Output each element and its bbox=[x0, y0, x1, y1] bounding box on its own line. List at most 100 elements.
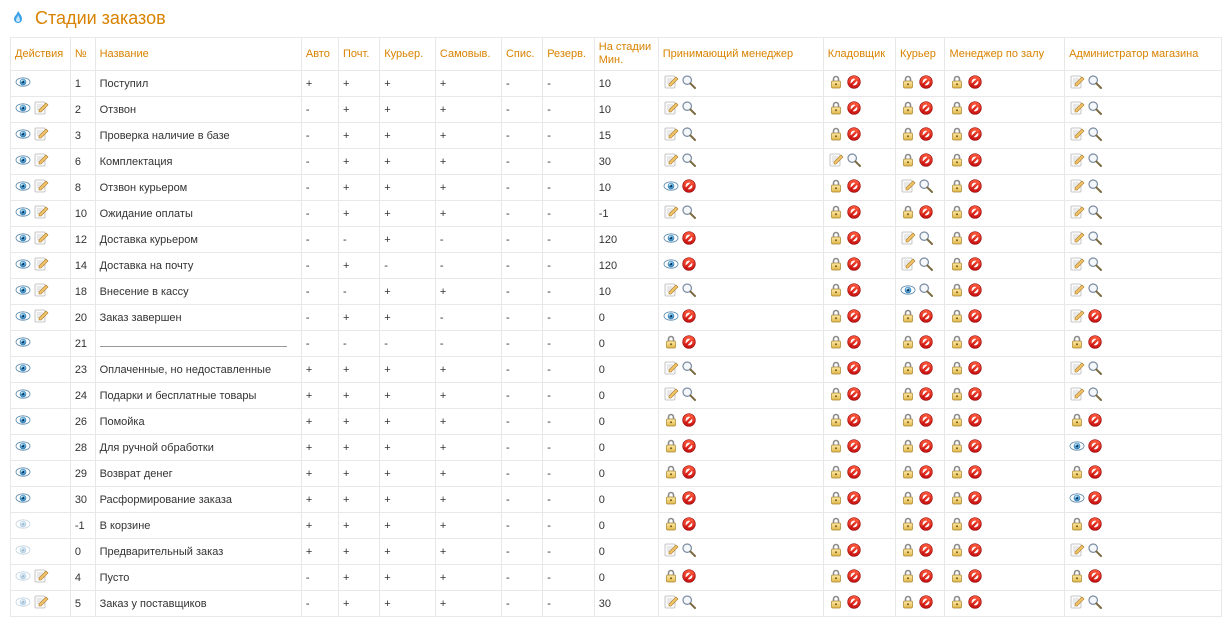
stop-icon[interactable] bbox=[681, 230, 697, 249]
eye-icon[interactable] bbox=[15, 256, 31, 275]
lock-icon[interactable] bbox=[663, 568, 679, 587]
magnifier-icon[interactable] bbox=[681, 74, 697, 93]
lock-icon[interactable] bbox=[1069, 568, 1085, 587]
stop-icon[interactable] bbox=[918, 360, 934, 379]
stop-icon[interactable] bbox=[918, 100, 934, 119]
stop-icon[interactable] bbox=[918, 516, 934, 535]
stop-icon[interactable] bbox=[681, 464, 697, 483]
lock-icon[interactable] bbox=[900, 100, 916, 119]
col-auto[interactable]: Авто bbox=[301, 38, 338, 71]
stop-icon[interactable] bbox=[967, 360, 983, 379]
lock-icon[interactable] bbox=[900, 334, 916, 353]
eye-icon[interactable] bbox=[663, 230, 679, 249]
col-actions[interactable]: Действия bbox=[11, 38, 71, 71]
stop-icon[interactable] bbox=[918, 74, 934, 93]
pencil-icon[interactable] bbox=[33, 152, 49, 171]
eye-icon[interactable] bbox=[900, 282, 916, 301]
magnifier-icon[interactable] bbox=[918, 230, 934, 249]
lock-icon[interactable] bbox=[949, 152, 965, 171]
eye-icon[interactable] bbox=[15, 516, 31, 535]
stop-icon[interactable] bbox=[918, 308, 934, 327]
magnifier-icon[interactable] bbox=[1087, 360, 1103, 379]
lock-icon[interactable] bbox=[949, 568, 965, 587]
pencil-icon[interactable] bbox=[663, 100, 679, 119]
col-recv-mgr[interactable]: Принимающий менеджер bbox=[658, 38, 823, 71]
stop-icon[interactable] bbox=[918, 464, 934, 483]
eye-icon[interactable] bbox=[15, 334, 31, 353]
magnifier-icon[interactable] bbox=[681, 360, 697, 379]
magnifier-icon[interactable] bbox=[918, 178, 934, 197]
stop-icon[interactable] bbox=[918, 438, 934, 457]
stop-icon[interactable] bbox=[967, 308, 983, 327]
lock-icon[interactable] bbox=[900, 126, 916, 145]
eye-icon[interactable] bbox=[15, 204, 31, 223]
magnifier-icon[interactable] bbox=[681, 126, 697, 145]
lock-icon[interactable] bbox=[828, 438, 844, 457]
eye-icon[interactable] bbox=[15, 360, 31, 379]
magnifier-icon[interactable] bbox=[1087, 256, 1103, 275]
stop-icon[interactable] bbox=[846, 74, 862, 93]
pencil-icon[interactable] bbox=[33, 568, 49, 587]
lock-icon[interactable] bbox=[828, 464, 844, 483]
pencil-icon[interactable] bbox=[1069, 178, 1085, 197]
pencil-icon[interactable] bbox=[1069, 308, 1085, 327]
stop-icon[interactable] bbox=[846, 594, 862, 613]
lock-icon[interactable] bbox=[828, 386, 844, 405]
stop-icon[interactable] bbox=[846, 542, 862, 561]
lock-icon[interactable] bbox=[949, 230, 965, 249]
pencil-icon[interactable] bbox=[663, 360, 679, 379]
stop-icon[interactable] bbox=[967, 152, 983, 171]
stop-icon[interactable] bbox=[1087, 568, 1103, 587]
magnifier-icon[interactable] bbox=[681, 542, 697, 561]
stop-icon[interactable] bbox=[967, 386, 983, 405]
lock-icon[interactable] bbox=[828, 360, 844, 379]
lock-icon[interactable] bbox=[900, 568, 916, 587]
eye-icon[interactable] bbox=[1069, 438, 1085, 457]
eye-icon[interactable] bbox=[15, 100, 31, 119]
stop-icon[interactable] bbox=[846, 386, 862, 405]
lock-icon[interactable] bbox=[949, 100, 965, 119]
eye-icon[interactable] bbox=[663, 256, 679, 275]
stop-icon[interactable] bbox=[846, 126, 862, 145]
pencil-icon[interactable] bbox=[1069, 386, 1085, 405]
stop-icon[interactable] bbox=[967, 542, 983, 561]
magnifier-icon[interactable] bbox=[1087, 230, 1103, 249]
lock-icon[interactable] bbox=[949, 334, 965, 353]
stop-icon[interactable] bbox=[681, 516, 697, 535]
col-no[interactable]: № bbox=[70, 38, 95, 71]
magnifier-icon[interactable] bbox=[1087, 386, 1103, 405]
eye-icon[interactable] bbox=[15, 386, 31, 405]
col-hall-mgr[interactable]: Менеджер по залу bbox=[945, 38, 1065, 71]
eye-icon[interactable] bbox=[15, 412, 31, 431]
lock-icon[interactable] bbox=[663, 334, 679, 353]
lock-icon[interactable] bbox=[828, 178, 844, 197]
stop-icon[interactable] bbox=[967, 334, 983, 353]
stop-icon[interactable] bbox=[918, 334, 934, 353]
stop-icon[interactable] bbox=[918, 204, 934, 223]
eye-icon[interactable] bbox=[15, 230, 31, 249]
lock-icon[interactable] bbox=[828, 282, 844, 301]
magnifier-icon[interactable] bbox=[1087, 100, 1103, 119]
stop-icon[interactable] bbox=[846, 412, 862, 431]
pencil-icon[interactable] bbox=[33, 100, 49, 119]
magnifier-icon[interactable] bbox=[1087, 282, 1103, 301]
pencil-icon[interactable] bbox=[1069, 126, 1085, 145]
lock-icon[interactable] bbox=[949, 178, 965, 197]
stop-icon[interactable] bbox=[918, 568, 934, 587]
stop-icon[interactable] bbox=[967, 100, 983, 119]
stop-icon[interactable] bbox=[918, 490, 934, 509]
stop-icon[interactable] bbox=[681, 256, 697, 275]
pencil-icon[interactable] bbox=[1069, 230, 1085, 249]
lock-icon[interactable] bbox=[900, 412, 916, 431]
stop-icon[interactable] bbox=[846, 204, 862, 223]
lock-icon[interactable] bbox=[828, 516, 844, 535]
col-writeoff[interactable]: Спис. bbox=[501, 38, 542, 71]
pencil-icon[interactable] bbox=[900, 230, 916, 249]
lock-icon[interactable] bbox=[828, 594, 844, 613]
stop-icon[interactable] bbox=[846, 438, 862, 457]
lock-icon[interactable] bbox=[900, 204, 916, 223]
stop-icon[interactable] bbox=[967, 230, 983, 249]
stop-icon[interactable] bbox=[846, 230, 862, 249]
lock-icon[interactable] bbox=[828, 308, 844, 327]
pencil-icon[interactable] bbox=[1069, 360, 1085, 379]
